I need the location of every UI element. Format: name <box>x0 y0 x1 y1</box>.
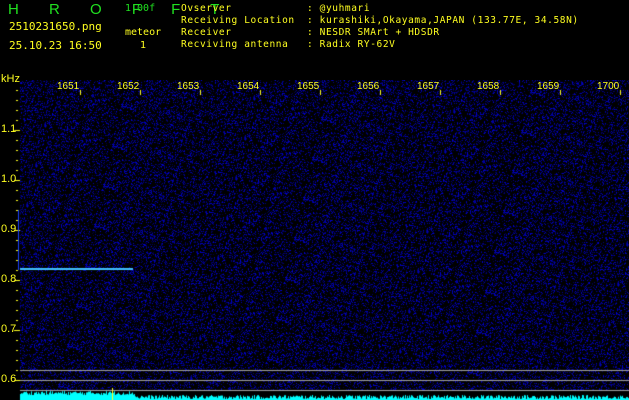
y-unit-label: kHz <box>1 73 20 85</box>
x-tick-label: 1655 <box>297 81 320 92</box>
x-tick-label: 1652 <box>117 81 140 92</box>
file-datetime: 25.10.23 16:50 <box>9 39 102 52</box>
info-location: Receiving Location: kurashiki,Okayama,JA… <box>181 15 579 26</box>
x-tick-label: 1654 <box>237 81 260 92</box>
y-tick-label: 0.9 <box>1 223 17 235</box>
x-tick-label: 1700 <box>597 81 620 92</box>
x-tick-label: 1653 <box>177 81 200 92</box>
y-tick-label: 0.7 <box>1 323 17 335</box>
x-tick-label: 1659 <box>537 81 560 92</box>
info-antenna: Recviving antenna: Radix RY-62V <box>181 39 396 50</box>
x-tick-label: 1658 <box>477 81 500 92</box>
meteor-label: meteor <box>125 27 162 38</box>
y-tick-label: 0.6 <box>1 373 17 385</box>
y-tick-label: 1.0 <box>1 173 17 185</box>
x-tick-label: 1656 <box>357 81 380 92</box>
x-tick-label: 1657 <box>417 81 440 92</box>
x-tick-label: 1651 <box>57 81 80 92</box>
y-tick-label: 0.8 <box>1 273 17 285</box>
meteor-count: 1 <box>140 40 147 51</box>
version: 1.00f <box>125 3 156 14</box>
spectrogram <box>0 80 629 400</box>
info-receiver: Receiver: NESDR SMArt + HDSDR <box>181 27 440 38</box>
y-tick-label: 1.1 <box>1 123 17 135</box>
info-observer: Ovserver: @yuhmari <box>181 3 371 14</box>
file-name: 2510231650.png <box>9 20 102 33</box>
